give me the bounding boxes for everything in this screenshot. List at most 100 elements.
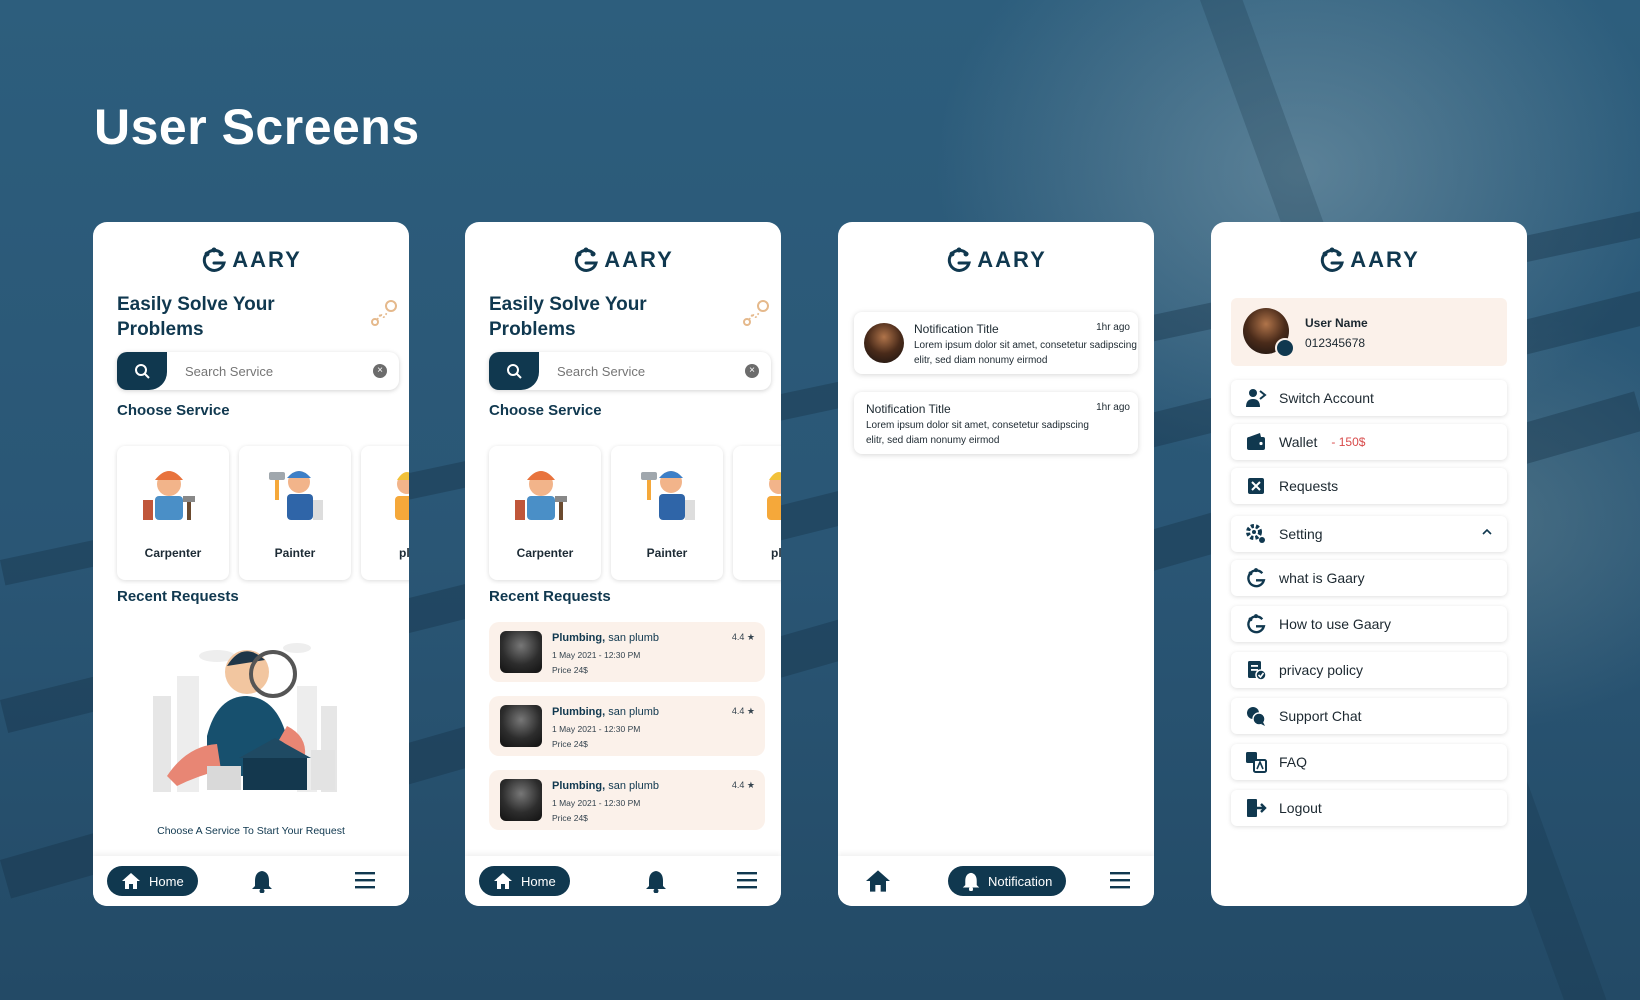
menu-item-wallet[interactable]: Wallet - 150$ bbox=[1231, 424, 1507, 460]
notification-screen: AARY Notification Title 1hr ago Lorem ip… bbox=[838, 222, 1154, 906]
home-screen-empty: AARY Easily Solve Your Problems × Choose… bbox=[93, 222, 409, 906]
notification-card[interactable]: Notification Title 1hr ago Lorem ipsum d… bbox=[854, 392, 1138, 454]
menu-item-privacy-policy[interactable]: privacy policy bbox=[1231, 652, 1507, 688]
empty-caption: Choose A Service To Start Your Request bbox=[157, 825, 345, 837]
menu-item-logout[interactable]: Logout bbox=[1231, 790, 1507, 826]
plumber-icon bbox=[767, 472, 781, 520]
service-card-painter[interactable]: Painter bbox=[611, 446, 723, 580]
profile-card[interactable]: User Name 012345678 bbox=[1231, 298, 1507, 366]
request-card[interactable]: Plumbing, san plumb 1 May 2021 - 12:30 P… bbox=[489, 696, 765, 756]
wallet-icon bbox=[1247, 433, 1265, 450]
bell-icon bbox=[962, 872, 980, 891]
search-input[interactable] bbox=[539, 353, 745, 389]
bottom-nav: Notification bbox=[838, 856, 1154, 906]
profile-name: User Name bbox=[1305, 316, 1368, 330]
request-date: 1 May 2021 - 12:30 PM bbox=[552, 798, 641, 808]
request-avatar bbox=[500, 779, 542, 821]
search-input[interactable] bbox=[167, 353, 373, 389]
menu-item-what-is-gaary[interactable]: what is Gaary bbox=[1231, 560, 1507, 596]
menu-label: FAQ bbox=[1279, 754, 1308, 770]
search-bar[interactable]: × bbox=[489, 352, 771, 390]
home-icon[interactable] bbox=[864, 869, 892, 893]
recent-requests-title: Recent Requests bbox=[489, 588, 611, 605]
notification-time: 1hr ago bbox=[1096, 402, 1130, 413]
service-card-carpenter[interactable]: Carpenter bbox=[489, 446, 601, 580]
gaary-logo-icon bbox=[1321, 247, 1345, 272]
page-title: User Screens bbox=[94, 99, 420, 155]
menu-item-setting[interactable]: Setting bbox=[1231, 516, 1507, 552]
menu-label: Logout bbox=[1279, 800, 1322, 816]
gaary-logo-icon bbox=[1247, 614, 1266, 634]
search-bar[interactable]: × bbox=[117, 352, 399, 390]
hamburger-menu-icon[interactable] bbox=[355, 871, 375, 889]
menu-item-switch-account[interactable]: Switch Account bbox=[1231, 380, 1507, 416]
switch-account-icon bbox=[1246, 389, 1267, 407]
service-card-plumber[interactable]: pl bbox=[733, 446, 781, 580]
request-rating: 4.4 ★ bbox=[731, 632, 755, 642]
clear-icon[interactable]: × bbox=[373, 364, 387, 378]
search-button[interactable] bbox=[489, 352, 539, 390]
search-button[interactable] bbox=[117, 352, 167, 390]
service-label: pl bbox=[399, 546, 409, 560]
service-label: Carpenter bbox=[144, 546, 202, 560]
hamburger-menu-icon[interactable] bbox=[1110, 871, 1130, 889]
request-date: 1 May 2021 - 12:30 PM bbox=[552, 650, 641, 660]
nav-home-button[interactable]: Home bbox=[479, 866, 570, 896]
document-check-icon bbox=[1248, 661, 1267, 681]
notification-body: Lorem ipsum dolor sit amet, consetetur s… bbox=[914, 340, 1137, 366]
service-label: Painter bbox=[646, 546, 688, 560]
notification-card[interactable]: Notification Title 1hr ago Lorem ipsum d… bbox=[854, 312, 1138, 374]
request-card[interactable]: Plumbing, san plumb 1 May 2021 - 12:30 P… bbox=[489, 770, 765, 830]
request-avatar bbox=[500, 631, 542, 673]
menu-item-requests[interactable]: Requests bbox=[1231, 468, 1507, 504]
menu-label: Wallet bbox=[1279, 434, 1318, 450]
bottom-nav: Home bbox=[465, 856, 781, 906]
painter-icon bbox=[641, 471, 695, 520]
nav-notification-button[interactable]: Notification bbox=[948, 866, 1067, 896]
request-card[interactable]: Plumbing, san plumb 1 May 2021 - 12:30 P… bbox=[489, 622, 765, 682]
notification-time: 1hr ago bbox=[1096, 322, 1130, 333]
choose-service-title: Choose Service bbox=[117, 402, 230, 419]
menu-item-how-to-use[interactable]: How to use Gaary bbox=[1231, 606, 1507, 642]
nav-home-label: Home bbox=[149, 873, 184, 889]
notification-title: Notification Title bbox=[914, 322, 999, 336]
request-price: Price 24$ bbox=[552, 665, 588, 675]
menu-label: How to use Gaary bbox=[1279, 616, 1392, 632]
app-logo: AARY bbox=[1211, 242, 1527, 278]
request-date: 1 May 2021 - 12:30 PM bbox=[552, 724, 641, 734]
request-rating: 4.4 ★ bbox=[731, 706, 755, 716]
route-icon bbox=[743, 300, 769, 326]
logo-text: AARY bbox=[1350, 247, 1420, 272]
chevron-up-icon[interactable] bbox=[1481, 527, 1493, 537]
menu-label: Switch Account bbox=[1279, 390, 1374, 406]
menu-label: Requests bbox=[1279, 478, 1339, 494]
logo-text: AARY bbox=[232, 247, 302, 272]
request-rating: 4.4 ★ bbox=[731, 780, 755, 790]
logo-text: AARY bbox=[604, 247, 674, 272]
service-list: Carpenter Painter pl bbox=[489, 446, 781, 580]
gaary-logo-icon bbox=[948, 247, 972, 272]
camera-icon[interactable] bbox=[1275, 338, 1295, 358]
service-card-painter[interactable]: Painter bbox=[239, 446, 351, 580]
service-label: Carpenter bbox=[516, 546, 574, 560]
service-label: Painter bbox=[274, 546, 316, 560]
nav-home-label: Home bbox=[521, 873, 556, 889]
service-card-plumber[interactable]: pl bbox=[361, 446, 409, 580]
menu-item-faq[interactable]: FAQ bbox=[1231, 744, 1507, 780]
logout-icon bbox=[1247, 799, 1267, 817]
chat-icon bbox=[1247, 707, 1266, 726]
service-label: pl bbox=[771, 546, 781, 560]
hamburger-menu-icon[interactable] bbox=[737, 871, 757, 889]
home-icon bbox=[122, 873, 140, 889]
home-screen-requests: AARY Easily Solve Your Problems × Choose… bbox=[465, 222, 781, 906]
nav-home-button[interactable]: Home bbox=[107, 866, 198, 896]
request-title: Plumbing, san plumb bbox=[552, 632, 659, 644]
menu-label: privacy policy bbox=[1279, 662, 1364, 678]
clear-icon[interactable]: × bbox=[745, 364, 759, 378]
menu-item-support-chat[interactable]: Support Chat bbox=[1231, 698, 1507, 734]
notification-avatar bbox=[864, 323, 904, 363]
painter-icon bbox=[269, 471, 323, 520]
bell-icon[interactable] bbox=[251, 869, 273, 893]
service-card-carpenter[interactable]: Carpenter bbox=[117, 446, 229, 580]
bell-icon[interactable] bbox=[645, 869, 667, 893]
